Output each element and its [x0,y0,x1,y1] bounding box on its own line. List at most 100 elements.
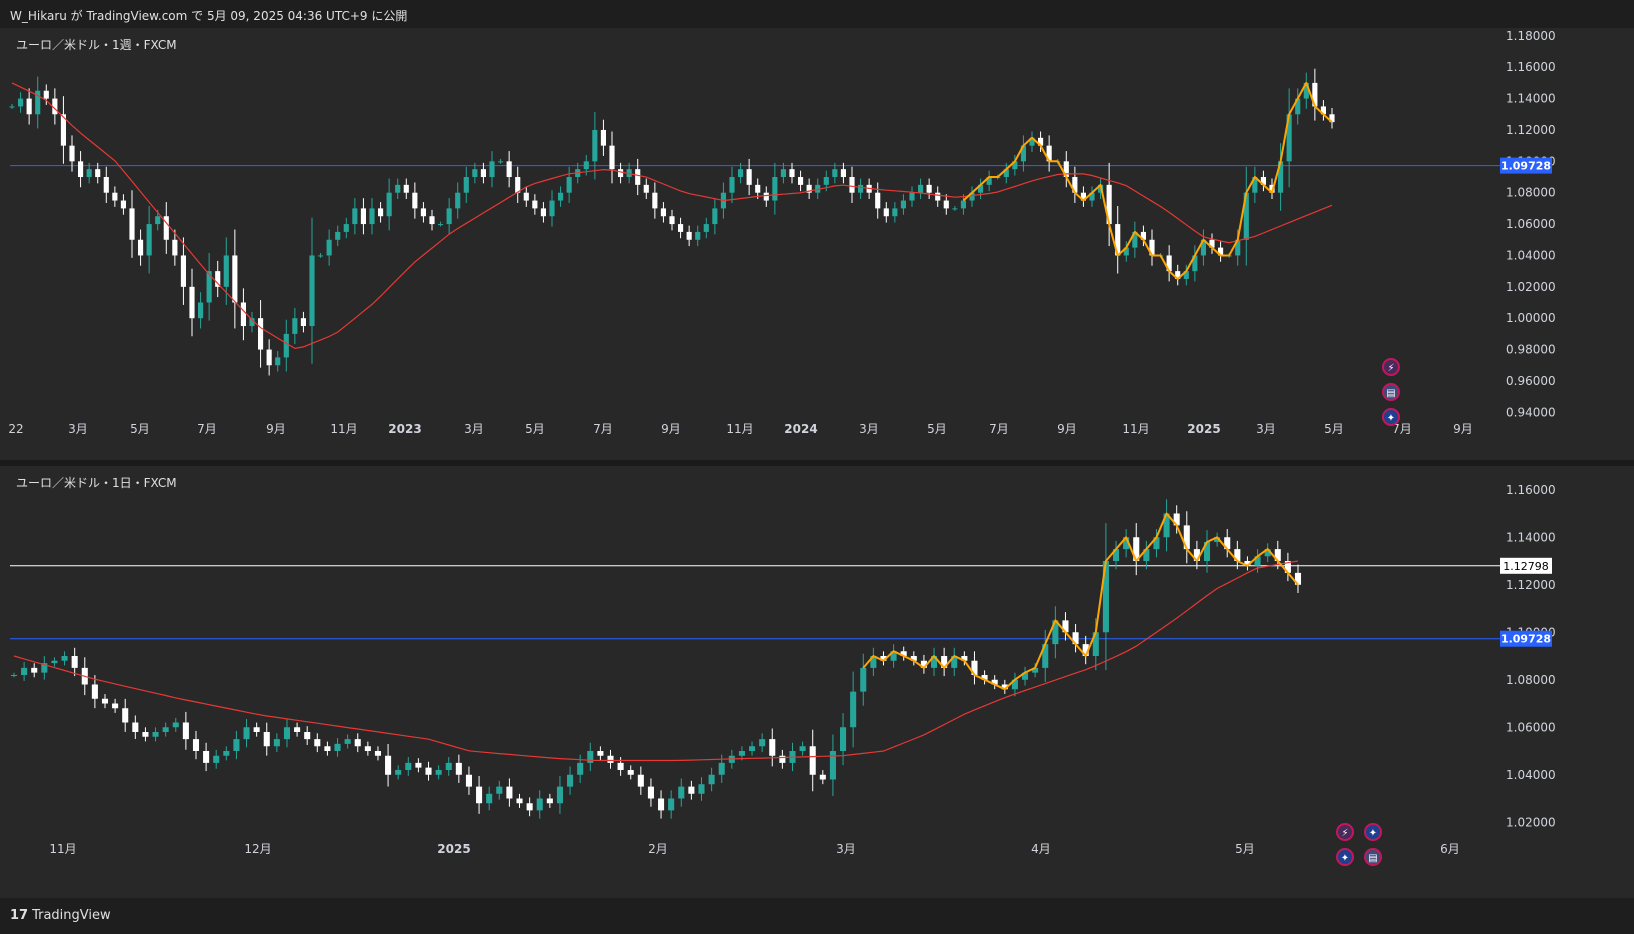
candle-body [162,727,169,732]
candle-body [429,216,435,225]
candle-body [660,208,666,217]
candle-body [266,349,272,366]
candle-body [637,774,644,787]
candle-body [763,192,769,201]
candle-body [635,169,641,185]
candle-body [476,786,483,804]
candle-body [455,192,461,209]
us-flag-icon[interactable]: ▤ [1382,383,1400,401]
candle-body [617,762,624,770]
candle-body [95,169,101,178]
candle-body [486,793,493,804]
us-flag-icon[interactable]: ▤ [1364,848,1382,866]
x-axis-label: 3月 [464,422,484,436]
publish-header: W_Hikaru が TradingView.com で 5月 09, 2025… [0,0,1634,28]
eu-flag-icon[interactable]: ✦ [1364,823,1382,841]
x-axis-label: 2025 [1187,422,1220,436]
candle-body [180,255,186,287]
candle-body [232,255,238,303]
candle-body [618,169,624,178]
candle-body [415,762,422,768]
candle-body [738,751,745,756]
support-price-label: 1.09728 [1501,160,1551,173]
candle-body [759,739,766,747]
candle-body [420,208,426,217]
x-axis-label: 2月 [648,842,668,856]
candle-body [203,751,210,763]
candle-body [738,169,744,178]
candle-body [172,722,179,728]
candle-body [283,333,289,358]
candle-body [31,667,38,673]
y-axis-label: 1.18000 [1506,29,1556,43]
tradingview-mark: 17 [10,908,29,923]
y-axis-label: 1.12000 [1506,123,1556,137]
candle-body [334,743,341,751]
candle-body [577,762,584,775]
candle-body [395,770,402,775]
candle-body [51,660,58,664]
candle-body [960,200,966,209]
candle-body [275,357,281,366]
candle-body [556,786,563,804]
candle-body [172,239,178,256]
candle-body [647,786,654,799]
lightning-icon[interactable]: ⚡ [1382,358,1400,376]
candle-body [294,727,301,732]
candle-body [463,177,469,193]
candle-body [918,184,924,193]
publish-text: W_Hikaru が TradingView.com で 5月 09, 2025… [10,9,408,23]
candle-body [103,177,109,193]
candle-body [142,732,149,737]
y-axis-label: 1.14000 [1506,530,1556,544]
candle-body [686,231,692,240]
candle-body [273,739,280,747]
candle-body [526,803,533,811]
candle-body [799,746,806,751]
candle-body [749,746,756,751]
y-axis-label: 1.04000 [1506,248,1556,262]
tradingview-logo[interactable]: 17 TradingView [10,908,111,923]
candle-body [746,169,752,185]
daily-chart-panel[interactable]: 1.160001.140001.120001.100001.080001.060… [0,466,1634,898]
x-axis-label: 5月 [927,422,947,436]
candle-body [438,224,444,226]
candle-body [61,656,68,661]
trend-drawing [862,512,1299,691]
footer: 17 TradingView [0,898,1634,934]
x-axis-label: 9月 [266,422,286,436]
candle-body [318,255,324,257]
candle-body [43,90,49,99]
candle-body [283,727,291,740]
candle-body [86,169,92,178]
daily-chart-canvas[interactable]: 1.160001.140001.120001.100001.080001.060… [0,466,1634,898]
x-axis-label: 5月 [1324,422,1344,436]
candle-body [952,208,958,210]
y-axis-label: 0.96000 [1506,374,1556,388]
candle-body [10,675,18,676]
candle-body [772,177,778,201]
eu-flag-icon[interactable]: ✦ [1336,848,1354,866]
y-axis-label: 1.02000 [1506,280,1556,294]
candle-body [498,161,504,163]
candle-body [480,169,486,178]
candle-body [678,224,684,232]
candle-body [78,161,84,178]
candle-body [71,656,78,668]
y-axis-label: 1.14000 [1506,92,1556,106]
candle-body [712,208,718,225]
eu-flag-icon[interactable]: ✦ [1382,408,1400,426]
candle-body [213,755,220,763]
candle-body [779,755,786,763]
candle-body [314,739,321,747]
candle-body [900,200,906,209]
candle-body [669,216,675,225]
weekly-chart-panel[interactable]: 1.180001.160001.140001.120001.100001.080… [0,28,1634,460]
lightning-icon[interactable]: ⚡ [1336,823,1354,841]
candle-body [129,208,135,240]
candle-body [678,786,685,799]
candle-body [324,746,331,751]
candle-body [192,739,200,751]
candle-body [688,786,695,794]
candle-body [516,798,523,804]
